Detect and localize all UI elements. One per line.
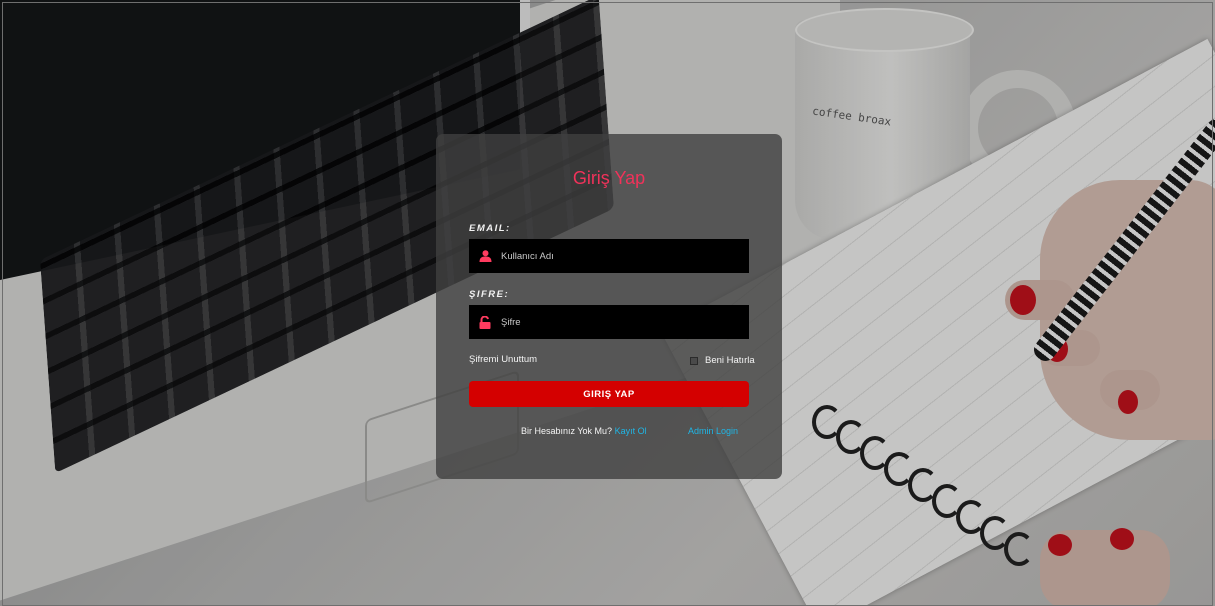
signup-prompt: Bir Hesabınız Yok Mu? — [521, 426, 613, 436]
login-button[interactable]: GIRIŞ YAP — [469, 381, 749, 407]
email-label: EMAIL: — [469, 223, 511, 234]
email-input[interactable] — [501, 250, 749, 262]
email-field[interactable] — [469, 239, 749, 273]
login-panel: Giriş Yap EMAIL: ŞIFRE: Şifremi Unuttum … — [436, 134, 782, 479]
signup-line: Bir Hesabınız Yok Mu? Kayıt Ol — [521, 426, 647, 436]
login-title: Giriş Yap — [572, 168, 646, 188]
password-field[interactable] — [469, 305, 749, 339]
signup-link[interactable]: Kayıt Ol — [615, 426, 647, 436]
remember-me[interactable]: Beni Hatırla — [690, 355, 755, 366]
forgot-password-link[interactable]: Şifremi Unuttum — [469, 354, 537, 365]
user-icon — [469, 250, 501, 262]
remember-checkbox[interactable] — [690, 356, 698, 365]
admin-login-link[interactable]: Admin Login — [688, 426, 738, 436]
password-label: ŞIFRE: — [469, 289, 510, 300]
remember-label: Beni Hatırla — [705, 355, 755, 366]
password-input[interactable] — [501, 316, 749, 328]
unlock-icon — [469, 315, 501, 329]
